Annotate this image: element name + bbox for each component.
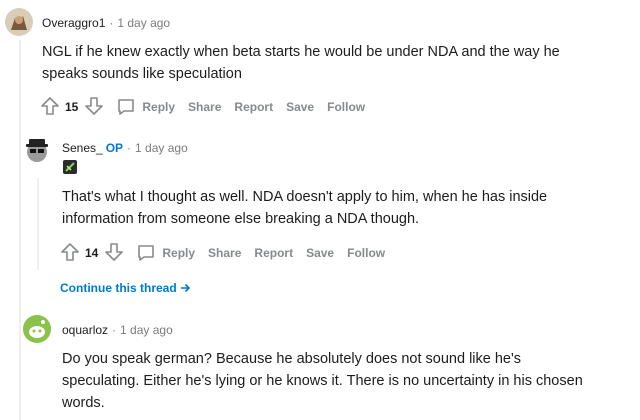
save-button[interactable]: Save — [286, 100, 314, 114]
comment-body: NGL if he knew exactly when beta starts … — [42, 41, 632, 85]
comment: oquarloz · 1 day ago Do you speak german? … — [0, 310, 640, 420]
avatar[interactable] — [23, 135, 51, 163]
comment-body-line: NGL if he knew exactly when beta starts … — [42, 44, 560, 60]
comment-actions: 15 Reply Share Report Save Follow — [40, 95, 378, 119]
reply-label: Reply — [142, 100, 176, 114]
report-button[interactable]: Report — [254, 246, 293, 260]
op-badge: OP — [105, 141, 124, 155]
share-button[interactable]: Share — [188, 100, 221, 114]
comment-body: That's what I thought as well. NDA doesn… — [62, 186, 632, 230]
reply-label: Reply — [162, 246, 196, 260]
timestamp[interactable]: 1 day ago — [135, 141, 188, 155]
comment: Overaggro1 · 1 day ago NGL if he knew exac… — [0, 0, 640, 125]
arrow-right-icon — [181, 283, 191, 293]
timestamp[interactable]: 1 day ago — [120, 323, 173, 337]
upvote-icon[interactable] — [60, 242, 80, 265]
timestamp[interactable]: 1 day ago — [117, 16, 170, 30]
avatar[interactable] — [5, 8, 33, 36]
username[interactable]: oquarloz — [62, 323, 108, 337]
downvote-icon[interactable] — [84, 96, 104, 119]
user-flair-icon — [63, 160, 77, 174]
vote-count: 14 — [85, 246, 99, 260]
separator: · — [112, 323, 117, 337]
reply-button[interactable]: Reply — [136, 243, 195, 263]
save-button[interactable]: Save — [306, 246, 334, 260]
avatar[interactable] — [23, 315, 51, 343]
report-button[interactable]: Report — [234, 100, 273, 114]
follow-button[interactable]: Follow — [347, 246, 385, 260]
comment-body: Do you speak german? Because he absolute… — [62, 348, 637, 414]
comment-bubble-icon — [118, 99, 135, 115]
vote-count: 15 — [65, 100, 79, 114]
continue-thread-link[interactable]: Continue this thread — [60, 281, 191, 295]
comment-body-line: speculating. Either he's lying or he kno… — [62, 373, 583, 389]
comment-body-line: speaks sounds like speculation — [42, 66, 242, 82]
comment-body-line: words. — [62, 395, 105, 411]
follow-button[interactable]: Follow — [327, 100, 365, 114]
comment-meta: Overaggro1 · 1 day ago — [42, 16, 170, 30]
comment-body-line: Do you speak german? Because he absolute… — [62, 351, 522, 367]
separator: · — [127, 141, 132, 155]
upvote-icon[interactable] — [40, 96, 60, 119]
username[interactable]: Overaggro1 — [42, 16, 105, 30]
comment-body-line: That's what I thought as well. NDA doesn… — [62, 189, 548, 205]
comment-body-line: information from someone else breaking a… — [62, 211, 420, 227]
comment: Senes_ OP · 1 day ago That's what I thought… — [0, 130, 640, 270]
reply-button[interactable]: Reply — [116, 97, 175, 117]
comment-actions: 14 Reply Share Report Save Follow — [60, 241, 398, 265]
downvote-icon[interactable] — [104, 242, 124, 265]
separator: · — [109, 16, 114, 30]
comment-meta: oquarloz · 1 day ago — [62, 323, 173, 337]
username[interactable]: Senes_ — [62, 141, 103, 155]
comment-bubble-icon — [138, 245, 155, 261]
comment-meta: Senes_ OP · 1 day ago — [62, 141, 188, 155]
continue-thread-label: Continue this thread — [60, 281, 177, 295]
share-button[interactable]: Share — [208, 246, 241, 260]
